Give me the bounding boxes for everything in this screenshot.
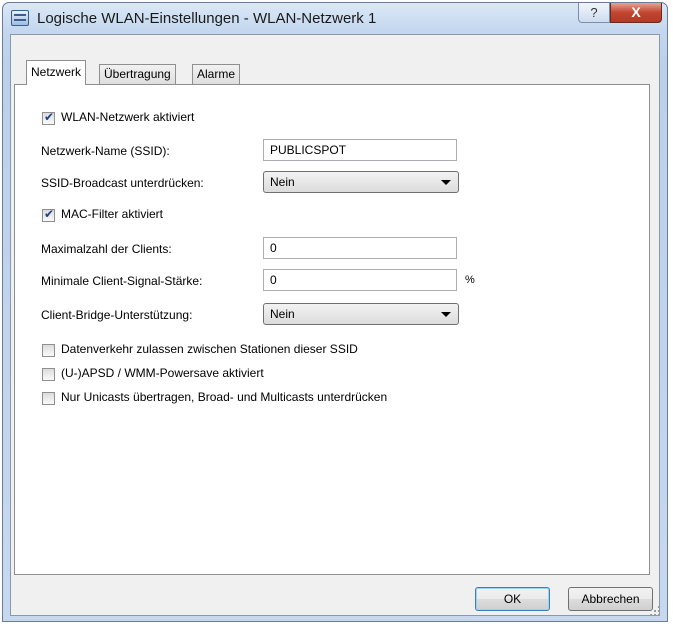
- wlan-active-checkbox[interactable]: [42, 110, 55, 125]
- ssid-label: Netzwerk-Name (SSID):: [41, 144, 170, 158]
- wlan-active-label: WLAN-Netzwerk aktiviert: [61, 110, 195, 124]
- ssid-input[interactable]: PUBLICSPOT: [263, 139, 457, 161]
- uapsd-label: (U-)APSD / WMM-Powersave aktiviert: [61, 366, 264, 380]
- ssid-broadcast-select[interactable]: Nein: [263, 171, 459, 193]
- min-signal-input[interactable]: 0: [263, 269, 457, 291]
- mac-filter-label: MAC-Filter aktiviert: [61, 207, 164, 221]
- unicast-only-checkbox[interactable]: [42, 392, 55, 405]
- tab-panel-netzwerk: WLAN-Netzwerk aktiviert Netzwerk-Name (S…: [14, 84, 650, 575]
- window-icon: [11, 10, 29, 26]
- chevron-down-icon: [441, 180, 451, 185]
- ssid-broadcast-value: Nein: [270, 175, 295, 189]
- client-bridge-label: Client-Bridge-Unterstützung:: [41, 308, 193, 322]
- min-signal-unit: %: [465, 274, 475, 286]
- unicast-only-label: Nur Unicasts übertragen, Broad- und Mult…: [61, 390, 388, 404]
- client-bridge-value: Nein: [270, 307, 295, 321]
- client-bridge-select[interactable]: Nein: [263, 303, 459, 325]
- title-bar[interactable]: Logische WLAN-Einstellungen - WLAN-Netzw…: [3, 3, 667, 33]
- chevron-down-icon: [441, 312, 451, 317]
- close-button[interactable]: X: [610, 3, 662, 23]
- inter-station-label: Datenverkehr zulassen zwischen Stationen…: [61, 342, 358, 356]
- uapsd-checkbox[interactable]: [42, 368, 55, 381]
- window-title: Logische WLAN-Einstellungen - WLAN-Netzw…: [37, 10, 377, 27]
- tab-alarme[interactable]: Alarme: [192, 64, 241, 84]
- max-clients-input[interactable]: 0: [263, 237, 457, 259]
- tab-netzwerk[interactable]: Netzwerk: [26, 60, 87, 85]
- resize-grip-icon[interactable]: [650, 606, 662, 618]
- cancel-button[interactable]: Abbrechen: [568, 587, 653, 611]
- tab-uebertragung[interactable]: Übertragung: [99, 64, 176, 84]
- inter-station-checkbox[interactable]: [42, 344, 55, 357]
- ssid-broadcast-label: SSID-Broadcast unterdrücken:: [41, 176, 204, 190]
- max-clients-label: Maximalzahl der Clients:: [41, 242, 172, 256]
- ok-button[interactable]: OK: [475, 587, 550, 611]
- min-signal-label: Minimale Client-Signal-Stärke:: [41, 274, 203, 288]
- mac-filter-checkbox[interactable]: [42, 207, 55, 222]
- help-button[interactable]: ?: [578, 3, 610, 23]
